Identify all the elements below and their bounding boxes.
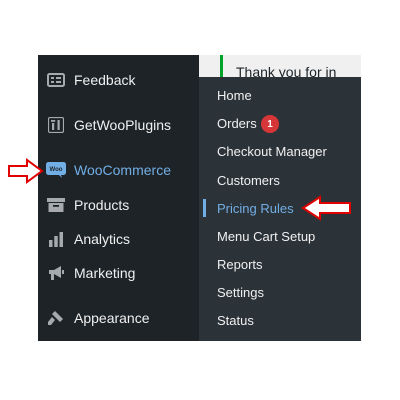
submenu-item-status[interactable]: Status (199, 306, 361, 334)
orders-count-badge: 1 (261, 115, 279, 133)
submenu-item-customers[interactable]: Customers (199, 166, 361, 194)
woocommerce-icon: Woo (46, 160, 66, 180)
notice-success-bar (220, 55, 223, 77)
submenu-item-label: Settings (217, 284, 264, 300)
annotation-arrow-left-icon (301, 195, 351, 221)
sidebar-item-marketing[interactable]: Marketing (38, 256, 199, 290)
analytics-icon (46, 229, 66, 249)
marketing-icon (46, 263, 66, 283)
admin-sidebar: Feedback GetWooPlugins Woo WooCommerce P… (38, 55, 199, 341)
submenu-item-label: Customers (217, 172, 280, 188)
sidebar-item-label: Analytics (74, 231, 131, 247)
current-indicator (203, 199, 206, 217)
submenu-item-label: Home (217, 87, 252, 103)
submenu-item-label: Status (217, 312, 254, 328)
submenu-item-reports[interactable]: Reports (199, 250, 361, 278)
sidebar-item-products[interactable]: Products (38, 188, 199, 222)
submenu-item-label: Reports (217, 256, 263, 272)
submenu-item-menu-cart-setup[interactable]: Menu Cart Setup (199, 222, 361, 250)
products-icon (46, 195, 66, 215)
submenu-item-label: Menu Cart Setup (217, 228, 316, 244)
woocommerce-icon-text: Woo (50, 167, 63, 173)
submenu-item-home[interactable]: Home (199, 81, 361, 109)
sidebar-item-woocommerce[interactable]: Woo WooCommerce (38, 153, 199, 187)
sidebar-item-label: WooCommerce (74, 162, 171, 178)
submenu-item-checkout-manager[interactable]: Checkout Manager (199, 137, 361, 165)
submenu-item-label: Checkout Manager (217, 143, 327, 159)
feedback-icon (46, 70, 66, 90)
sidebar-item-getwooplugins[interactable]: GetWooPlugins (38, 108, 199, 142)
sidebar-item-appearance[interactable]: Appearance (38, 301, 199, 335)
appearance-icon (46, 308, 66, 328)
sidebar-item-label: Marketing (74, 265, 136, 281)
annotation-arrow-right-icon (8, 158, 44, 184)
sidebar-item-analytics[interactable]: Analytics (38, 222, 199, 256)
submenu-item-label: Orders (217, 115, 257, 131)
sidebar-item-label: GetWooPlugins (74, 117, 172, 133)
submenu-item-settings[interactable]: Settings (199, 278, 361, 306)
submenu-item-label: Pricing Rules (217, 200, 294, 216)
submenu-item-orders[interactable]: Orders 1 (199, 109, 361, 137)
sidebar-item-feedback[interactable]: Feedback (38, 63, 199, 97)
sidebar-item-label: Feedback (74, 72, 136, 88)
sidebar-item-label: Products (74, 197, 130, 213)
getwooplugins-icon (46, 115, 66, 135)
sidebar-item-label: Appearance (74, 310, 150, 326)
